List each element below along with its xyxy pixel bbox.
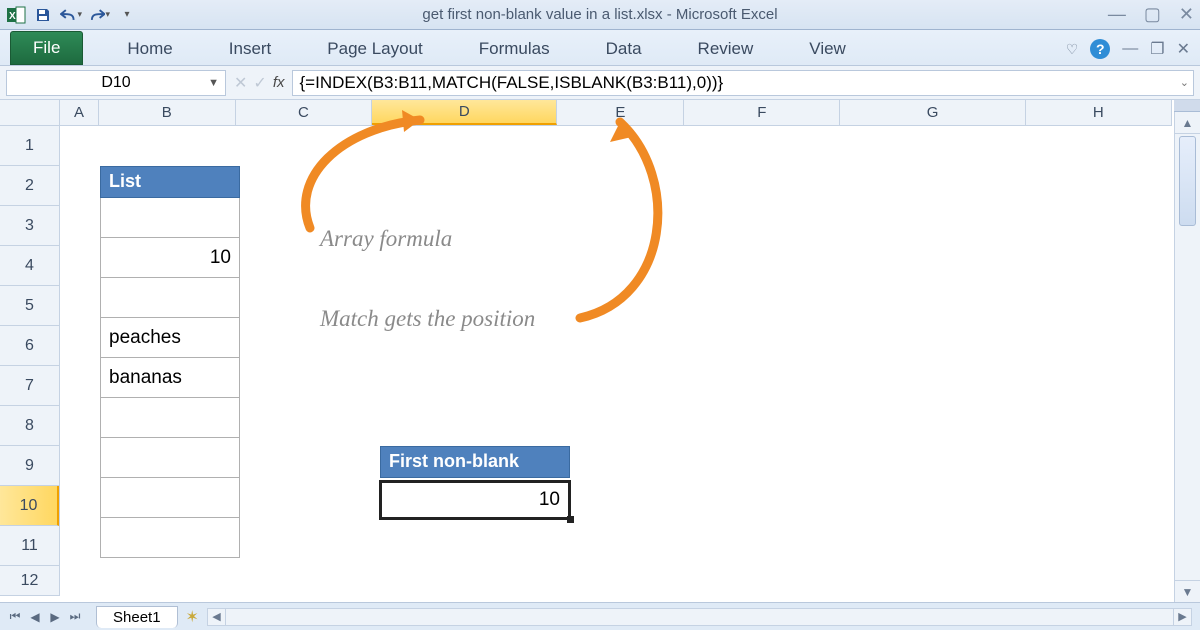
enter-formula-icon[interactable]: ✓	[253, 73, 266, 93]
select-all-corner[interactable]	[0, 100, 60, 126]
row-header-2[interactable]: 2	[0, 166, 59, 206]
horizontal-scrollbar[interactable]: ◀ ▶	[207, 608, 1192, 626]
result-header[interactable]: First non-blank	[380, 446, 570, 478]
new-sheet-icon[interactable]: ✶	[186, 607, 199, 627]
tab-formulas[interactable]: Formulas	[465, 33, 564, 65]
workbook-close-icon[interactable]: ✕	[1177, 39, 1190, 59]
scroll-down-icon[interactable]: ▼	[1175, 580, 1200, 602]
col-header-A[interactable]: A	[60, 100, 99, 125]
col-header-G[interactable]: G	[840, 100, 1025, 125]
cell-B4[interactable]: 10	[100, 238, 240, 278]
row-header-3[interactable]: 3	[0, 206, 59, 246]
col-header-E[interactable]: E	[557, 100, 684, 125]
scroll-up-icon[interactable]: ▲	[1175, 112, 1200, 134]
col-header-B[interactable]: B	[99, 100, 236, 125]
fill-handle[interactable]	[567, 516, 574, 523]
cells-area[interactable]: List 10 peaches bananas First non-blank …	[60, 126, 1172, 602]
row-header-10[interactable]: 10	[0, 486, 59, 526]
row-header-1[interactable]: 1	[0, 126, 59, 166]
excel-logo-icon: X	[6, 5, 26, 25]
list-header[interactable]: List	[100, 166, 240, 198]
row-header-9[interactable]: 9	[0, 446, 59, 486]
undo-icon[interactable]: ▾	[60, 4, 82, 26]
sheet-nav-prev-icon[interactable]: ◀	[26, 608, 44, 626]
tab-review[interactable]: Review	[684, 33, 768, 65]
row-header-12[interactable]: 12	[0, 566, 59, 596]
tab-page-layout[interactable]: Page Layout	[313, 33, 436, 65]
formula-expand-icon[interactable]: ⌄	[1180, 76, 1189, 89]
close-icon[interactable]: ✕	[1179, 4, 1194, 25]
col-header-H[interactable]: H	[1026, 100, 1172, 125]
row-header-8[interactable]: 8	[0, 406, 59, 446]
split-handle-icon[interactable]	[1174, 100, 1200, 112]
hscroll-right-icon[interactable]: ▶	[1173, 609, 1191, 625]
arrow-to-fx-icon	[280, 108, 450, 238]
cell-B3[interactable]	[100, 198, 240, 238]
cell-B6[interactable]: peaches	[100, 318, 240, 358]
row-headers: 1 2 3 4 5 6 7 8 9 10 11 12	[0, 126, 60, 596]
formula-bar: D10 ▼ ✕ ✓ fx {=INDEX(B3:B11,MATCH(FALSE,…	[0, 66, 1200, 100]
row-header-6[interactable]: 6	[0, 326, 59, 366]
workbook-minimize-icon[interactable]: —	[1122, 40, 1138, 58]
row-header-5[interactable]: 5	[0, 286, 59, 326]
fx-icon[interactable]: fx	[273, 74, 285, 91]
ribbon: File Home Insert Page Layout Formulas Da…	[0, 30, 1200, 66]
ribbon-minimize-icon[interactable]: ♡	[1066, 41, 1079, 58]
row-header-7[interactable]: 7	[0, 366, 59, 406]
row-header-11[interactable]: 11	[0, 526, 59, 566]
column-headers: A B C D E F G H	[60, 100, 1172, 126]
title-bar: X ▾ ▾ ▾ get first non-blank value in a l…	[0, 0, 1200, 30]
scroll-thumb[interactable]	[1179, 136, 1196, 226]
arrow-to-match-icon	[560, 108, 690, 328]
tab-data[interactable]: Data	[592, 33, 656, 65]
cell-B11[interactable]	[100, 518, 240, 558]
vertical-scrollbar[interactable]: ▲ ▼	[1174, 100, 1200, 602]
worksheet-grid: A B C D E F G H 1 2 3 4 5 6 7 8 9 10 11 …	[0, 100, 1200, 602]
workbook-restore-icon[interactable]: ❐	[1150, 39, 1164, 59]
window-controls: — ▢ ✕	[1108, 4, 1194, 25]
hscroll-left-icon[interactable]: ◀	[208, 609, 226, 625]
cell-B10[interactable]	[100, 478, 240, 518]
sheet-nav-first-icon[interactable]: ⏮	[6, 608, 24, 626]
maximize-icon[interactable]: ▢	[1144, 4, 1161, 25]
name-box-value: D10	[101, 74, 130, 92]
cell-B7[interactable]: bananas	[100, 358, 240, 398]
col-header-D[interactable]: D	[372, 100, 557, 125]
window-title: get first non-blank value in a list.xlsx…	[0, 6, 1200, 23]
cell-B8[interactable]	[100, 398, 240, 438]
sheet-nav-last-icon[interactable]: ⏭	[66, 608, 84, 626]
tab-insert[interactable]: Insert	[215, 33, 286, 65]
qat-customize-icon[interactable]: ▾	[116, 4, 138, 26]
col-header-F[interactable]: F	[684, 100, 840, 125]
annotation-match-position: Match gets the position	[320, 306, 535, 332]
annotation-array-formula: Array formula	[320, 226, 452, 252]
formula-input[interactable]: {=INDEX(B3:B11,MATCH(FALSE,ISBLANK(B3:B1…	[292, 70, 1194, 96]
formula-text: {=INDEX(B3:B11,MATCH(FALSE,ISBLANK(B3:B1…	[299, 73, 723, 93]
help-icon[interactable]: ?	[1090, 39, 1110, 59]
file-tab[interactable]: File	[10, 31, 83, 65]
sheet-nav: ⏮ ◀ ▶ ⏭	[0, 608, 90, 626]
minimize-icon[interactable]: —	[1108, 4, 1126, 25]
redo-icon[interactable]: ▾	[88, 4, 110, 26]
sheet-tab-sheet1[interactable]: Sheet1	[96, 606, 178, 628]
name-box[interactable]: D10 ▼	[6, 70, 226, 96]
cell-B5[interactable]	[100, 278, 240, 318]
cell-D10-selected[interactable]: 10	[379, 480, 571, 520]
tab-home[interactable]: Home	[113, 33, 186, 65]
cell-B9[interactable]	[100, 438, 240, 478]
sheet-nav-next-icon[interactable]: ▶	[46, 608, 64, 626]
svg-text:X: X	[9, 11, 16, 22]
row-header-4[interactable]: 4	[0, 246, 59, 286]
col-header-C[interactable]: C	[236, 100, 373, 125]
cancel-formula-icon[interactable]: ✕	[234, 73, 247, 93]
save-icon[interactable]	[32, 4, 54, 26]
name-box-dropdown-icon[interactable]: ▼	[208, 77, 219, 89]
sheet-tab-bar: ⏮ ◀ ▶ ⏭ Sheet1 ✶ ◀ ▶	[0, 602, 1200, 630]
tab-view[interactable]: View	[795, 33, 860, 65]
quick-access-toolbar: ▾ ▾ ▾	[32, 4, 138, 26]
